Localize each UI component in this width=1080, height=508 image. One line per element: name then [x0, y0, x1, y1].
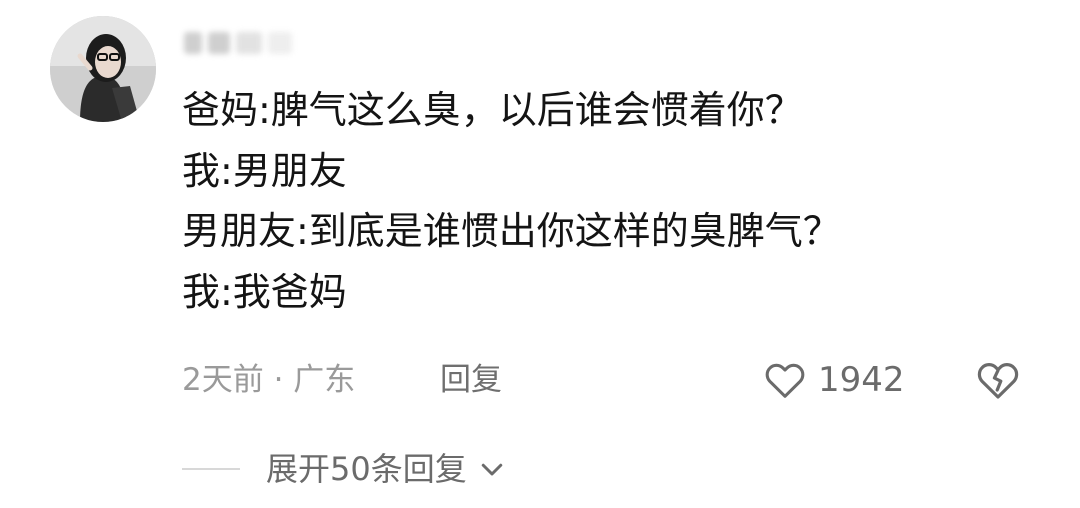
comment-meta: 2天前 · 广东 [182, 362, 356, 398]
expand-replies-label: 展开50条回复 [266, 450, 467, 488]
expand-replies-button[interactable]: 展开50条回复 [182, 446, 507, 492]
avatar-image [50, 16, 156, 122]
avatar[interactable] [50, 16, 156, 122]
redaction-block [236, 32, 262, 54]
comment-item: 爸妈:脾气这么臭，以后谁会惯着你？ 我:男朋友 男朋友:到底是谁惯出你这样的臭脾… [0, 0, 1080, 508]
username-redacted[interactable] [184, 28, 292, 58]
redaction-block [184, 32, 202, 54]
redaction-block [268, 32, 292, 54]
comment-line: 我:男朋友 [182, 148, 347, 193]
comment-line: 男朋友:到底是谁惯出你这样的臭脾气？ [182, 209, 841, 253]
reply-button[interactable]: 回复 [440, 358, 502, 402]
like-button[interactable]: 1942 [762, 356, 905, 404]
comment-line: 我:我爸妈 [182, 269, 347, 314]
like-count: 1942 [818, 360, 905, 400]
comment-text: 爸妈:脾气这么臭，以后谁会惯着你？ 我:男朋友 男朋友:到底是谁惯出你这样的臭脾… [182, 80, 1042, 322]
redaction-block [208, 32, 230, 54]
divider [182, 468, 240, 470]
heart-outline-icon [765, 363, 805, 398]
broken-heart-icon [977, 363, 1019, 399]
dislike-button[interactable] [974, 356, 1022, 404]
comment-line: 爸妈:脾气这么臭，以后谁会惯着你？ [182, 88, 803, 132]
chevron-down-icon [481, 463, 502, 476]
